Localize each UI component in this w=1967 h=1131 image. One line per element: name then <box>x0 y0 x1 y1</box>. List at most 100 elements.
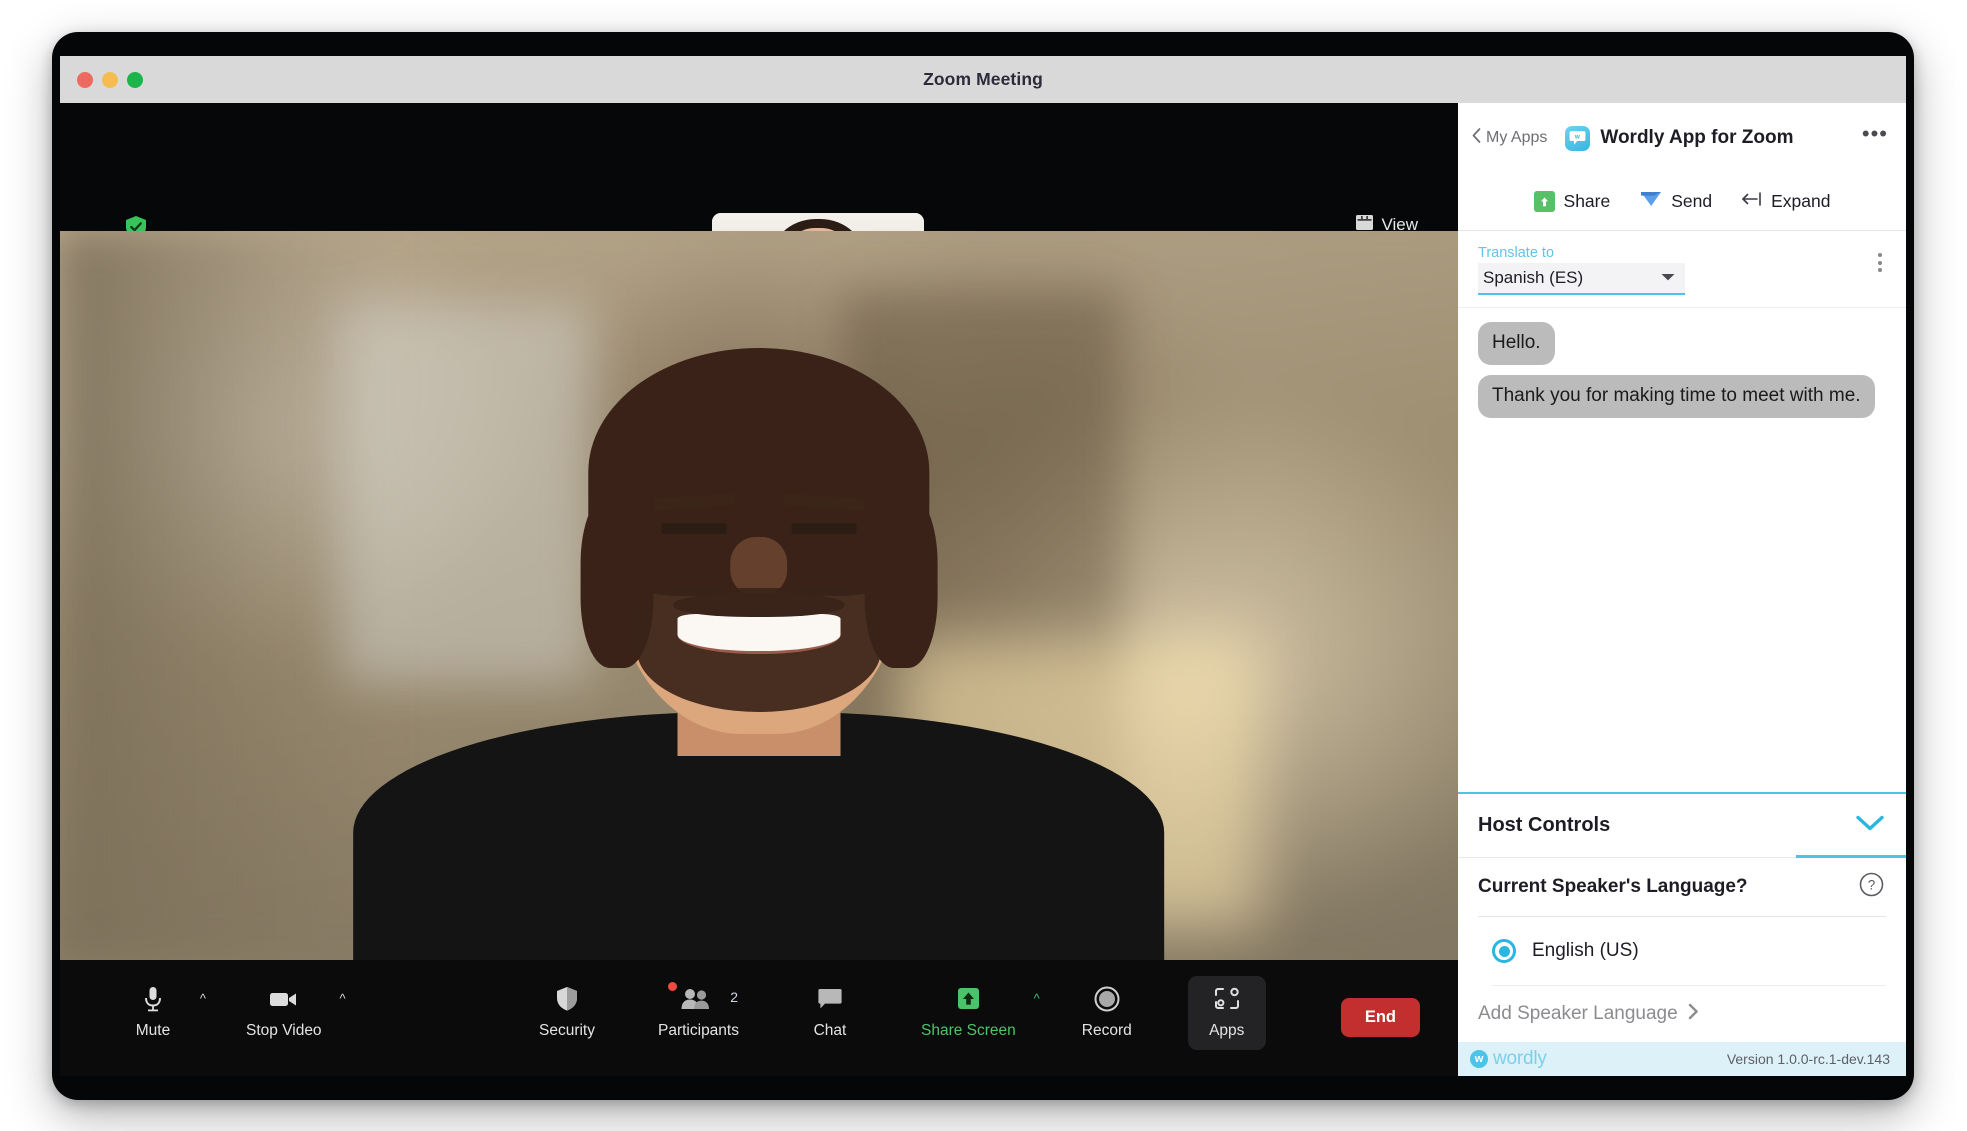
kebab-dot-3 <box>1878 268 1882 272</box>
meeting-area: View Virginia Carpal <box>60 103 1458 1076</box>
wordly-footer-brand: w wordly <box>1470 1048 1547 1070</box>
svg-text:w: w <box>1574 134 1580 141</box>
participants-button-label: Participants <box>658 1022 739 1039</box>
panel-footer: w wordly Version 1.0.0-rc.1-dev.143 <box>1458 1042 1906 1076</box>
security-button-label: Security <box>539 1022 595 1039</box>
mute-button[interactable]: Mute ^ <box>114 976 206 1050</box>
apps-button-label: Apps <box>1209 1022 1245 1039</box>
person-nose <box>730 537 788 596</box>
shield-icon <box>556 984 578 1014</box>
meeting-top-strip: View Virginia Carpal <box>60 103 1458 336</box>
panel-app-title: w Wordly App for Zoom <box>1565 125 1794 151</box>
person-eye-right <box>791 523 857 534</box>
wordly-mark-icon: w <box>1470 1050 1488 1068</box>
window-title-bar: Zoom Meeting <box>60 56 1906 103</box>
chat-button[interactable]: Chat <box>791 976 869 1050</box>
current-speaker-language-label: Current Speaker's Language? <box>1478 876 1748 897</box>
record-icon <box>1094 984 1120 1014</box>
stop-video-button[interactable]: Stop Video ^ <box>236 976 346 1050</box>
speaker-language-option-english-us[interactable]: English (US) <box>1458 917 1906 985</box>
wordly-side-panel: My Apps w Wordly App for Zoom ••• Share … <box>1458 103 1906 1076</box>
current-speaker-language-row: Current Speaker's Language? ? <box>1458 858 1906 916</box>
wordly-logo-icon: w <box>1565 125 1591 151</box>
video-options-caret-icon[interactable]: ^ <box>339 992 345 1005</box>
translate-to-row: Translate to Spanish (ES) <box>1458 231 1906 308</box>
active-speaker-person <box>353 246 1165 960</box>
apps-icon <box>1214 984 1240 1014</box>
chat-button-label: Chat <box>813 1022 847 1039</box>
traffic-lights <box>77 71 143 88</box>
transcript-bubble: Thank you for making time to meet with m… <box>1478 375 1875 419</box>
share-action-label: Share <box>1563 191 1611 211</box>
participants-button[interactable]: 2 Participants <box>648 976 749 1050</box>
panel-header: My Apps w Wordly App for Zoom ••• <box>1458 103 1906 173</box>
person-mouth <box>677 613 841 654</box>
record-button-label: Record <box>1081 1022 1132 1039</box>
apps-button[interactable]: Apps <box>1187 976 1266 1050</box>
panel-overflow-menu-button[interactable]: ••• <box>1862 123 1888 153</box>
toolbar-center-group: Security 2 Participants Chat Share Scree… <box>528 976 1266 1050</box>
expand-arrow-icon <box>1742 191 1762 212</box>
stop-video-button-label: Stop Video <box>246 1022 322 1039</box>
wordly-brand-name: wordly <box>1493 1048 1547 1069</box>
audio-options-caret-icon[interactable]: ^ <box>200 992 206 1005</box>
back-to-my-apps-label: My Apps <box>1486 129 1548 146</box>
security-button[interactable]: Security <box>528 976 606 1050</box>
expand-action-button[interactable]: Expand <box>1742 191 1830 212</box>
radio-selected-icon[interactable] <box>1492 939 1516 963</box>
expand-action-label: Expand <box>1771 191 1831 211</box>
participants-notification-dot <box>668 982 677 991</box>
chat-bubble-icon <box>818 984 842 1014</box>
panel-app-name: Wordly App for Zoom <box>1600 127 1794 148</box>
translate-to-label: Translate to <box>1478 245 1555 261</box>
mute-button-label: Mute <box>135 1022 171 1039</box>
add-speaker-language-button[interactable]: Add Speaker Language <box>1458 986 1906 1042</box>
radio-inner-dot <box>1498 945 1510 957</box>
zoom-toolbar: Mute ^ Stop Video ^ Security 2 Participa… <box>60 960 1458 1076</box>
microphone-icon <box>142 984 164 1014</box>
share-screen-button[interactable]: Share Screen ^ <box>911 976 1040 1050</box>
minimize-window-button[interactable] <box>102 71 118 88</box>
toolbar-left-group: Mute ^ Stop Video ^ <box>114 976 346 1050</box>
panel-action-bar: Share Send Expand <box>1458 173 1906 231</box>
kebab-dot-2 <box>1878 260 1882 265</box>
chevron-down-icon[interactable] <box>1856 815 1884 837</box>
video-camera-icon <box>269 984 299 1014</box>
host-controls-header[interactable]: Host Controls <box>1458 794 1906 858</box>
speaker-language-option-label: English (US) <box>1532 940 1639 961</box>
active-speaker-video[interactable] <box>60 231 1458 960</box>
participants-count: 2 <box>730 989 738 1005</box>
transcript-bubble: Hello. <box>1478 322 1555 366</box>
close-window-button[interactable] <box>77 71 93 88</box>
end-meeting-button[interactable]: End <box>1340 998 1420 1037</box>
share-screen-button-label: Share Screen <box>920 1022 1016 1039</box>
translate-to-select[interactable]: Spanish (ES) <box>1478 263 1685 295</box>
person-mustache <box>673 592 845 618</box>
share-options-caret-icon[interactable]: ^ <box>1034 992 1040 1005</box>
send-action-label: Send <box>1671 191 1713 211</box>
share-action-button[interactable]: Share <box>1533 191 1611 212</box>
kebab-dot-1 <box>1878 253 1882 257</box>
help-circle-icon[interactable]: ? <box>1859 872 1884 902</box>
add-speaker-language-label: Add Speaker Language <box>1478 1003 1678 1024</box>
maximize-window-button[interactable] <box>127 71 143 88</box>
send-paper-plane-icon <box>1640 190 1662 213</box>
participants-icon <box>681 984 715 1014</box>
person-eye-left <box>661 523 727 534</box>
chevron-right-icon <box>1688 1003 1699 1026</box>
zoom-app-window: Zoom Meeting View Mute ^ Stop Video ^ Se… <box>52 32 1914 1100</box>
chevron-left-icon <box>1472 128 1481 148</box>
back-to-my-apps-button[interactable]: My Apps <box>1472 128 1547 148</box>
send-action-button[interactable]: Send <box>1640 190 1712 213</box>
app-version-label: Version 1.0.0-rc.1-dev.143 <box>1726 1051 1890 1067</box>
transcript-list[interactable]: Hello. Thank you for making time to meet… <box>1458 308 1906 792</box>
transcript-overflow-menu-button[interactable] <box>1878 253 1882 272</box>
share-screen-icon <box>954 984 983 1014</box>
share-upload-icon <box>1533 191 1555 212</box>
host-controls-title: Host Controls <box>1478 814 1611 836</box>
translate-to-value: Spanish (ES) <box>1483 268 1584 287</box>
host-controls-section: Host Controls Current Speaker's Language… <box>1458 792 1906 1042</box>
chevron-down-icon <box>1660 269 1676 287</box>
svg-text:?: ? <box>1868 878 1876 893</box>
record-button[interactable]: Record <box>1068 976 1146 1050</box>
